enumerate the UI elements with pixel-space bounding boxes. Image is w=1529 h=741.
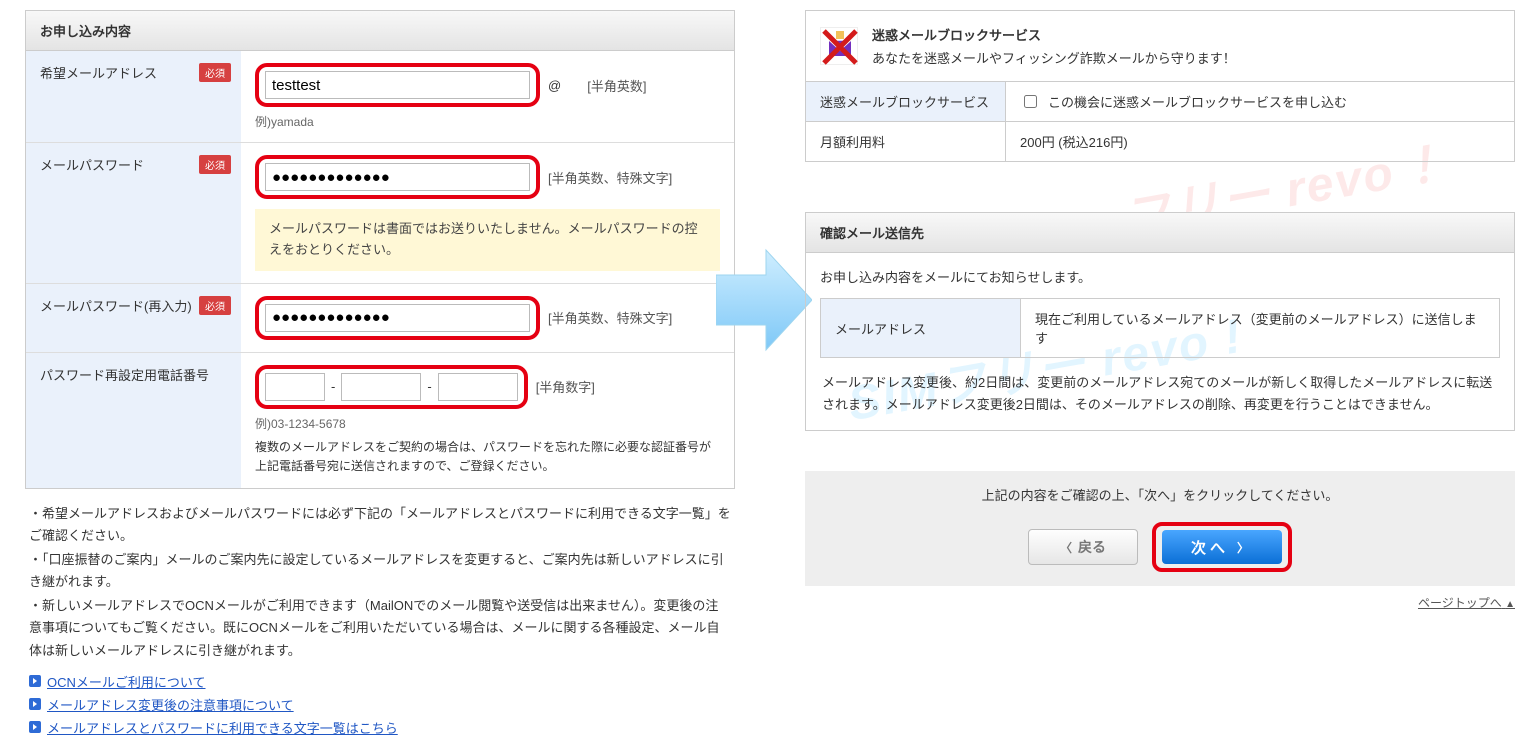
hint-password2: [半角英数、特殊文字]: [548, 308, 672, 327]
confirm-table: メールアドレス 現在ご利用しているメールアドレス（変更前のメールアドレス）に送信…: [820, 298, 1500, 358]
link-row: メールアドレス変更後の注意事項について: [29, 695, 731, 714]
service-desc: あなたを迷惑メールやフィッシング詐欺メールから守ります！: [872, 48, 1236, 67]
phone-part2-input[interactable]: [341, 373, 421, 401]
link-row: OCNメールご利用について: [29, 672, 731, 691]
highlight-email: [255, 63, 540, 107]
label-email: 希望メールアドレス 必須: [26, 51, 241, 143]
button-row: 〈 戻る 次へ 〉: [819, 522, 1501, 572]
chevron-left-icon: 〈: [1060, 539, 1072, 556]
back-button-label: 戻る: [1078, 537, 1106, 557]
at-sign: @: [548, 78, 561, 93]
example-phone: 例)03-1234-5678: [255, 415, 720, 432]
bottom-bar: 上記の内容をご確認の上、「次へ」をクリックしてください。 〈 戻る 次へ 〉: [805, 471, 1515, 586]
confirm-note: メールアドレス変更後、約2日間は、変更前のメールアドレス宛てのメールが新しく取得…: [822, 372, 1498, 416]
phone-note: 複数のメールアドレスをご契約の場合は、パスワードを忘れた際に必要な認証番号が上記…: [255, 438, 720, 476]
confirm-header: 確認メール送信先: [805, 212, 1515, 253]
bottom-message: 上記の内容をご確認の上、「次へ」をクリックしてください。: [819, 485, 1501, 504]
bullet-notes: ・希望メールアドレスおよびメールパスワードには必ず下記の「メールアドレスとパスワ…: [29, 503, 731, 662]
link-icon: [29, 675, 41, 687]
highlight-next: 次へ 〉: [1152, 522, 1292, 572]
chevron-right-icon: 〉: [1237, 539, 1253, 556]
caret-up-icon: ▲: [1505, 599, 1515, 610]
info-links: OCNメールご利用について メールアドレス変更後の注意事項について メールアドレ…: [29, 672, 731, 737]
label-password: メールパスワード 必須: [26, 143, 241, 284]
pagetop-label: ページトップへ: [1418, 596, 1502, 610]
link-icon: [29, 698, 41, 710]
confirm-row-value: 現在ご利用しているメールアドレス（変更前のメールアドレス）に送信します: [1021, 299, 1500, 358]
link-2[interactable]: メールアドレス変更後の注意事項について: [47, 695, 294, 714]
cell-password-confirm: [半角英数、特殊文字]: [241, 283, 734, 352]
service-title: 迷惑メールブロックサービス: [872, 25, 1236, 44]
required-badge: 必須: [199, 296, 231, 315]
spam-block-icon: [820, 27, 858, 65]
spam-block-table: 迷惑メールブロックサービス この機会に迷惑メールブロックサービスを申し込む 月額…: [805, 81, 1515, 162]
password-input[interactable]: [265, 163, 530, 191]
right-panel: 迷惑メールブロックサービス あなたを迷惑メールやフィッシング詐欺メールから守りま…: [805, 10, 1515, 611]
link-1[interactable]: OCNメールご利用について: [47, 672, 206, 691]
next-button[interactable]: 次へ 〉: [1162, 530, 1282, 564]
phone-part3-input[interactable]: [438, 373, 518, 401]
label-email-text: 希望メールアドレス: [40, 66, 157, 81]
opt-checkbox-label: この機会に迷惑メールブロックサービスを申し込む: [1048, 92, 1347, 111]
label-password-confirm: メールパスワード(再入力) 必須: [26, 283, 241, 352]
confirm-section: 確認メール送信先 お申し込み内容をメールにてお知らせします。 メールアドレス 現…: [805, 212, 1515, 431]
application-form-table: 希望メールアドレス 必須 @ [半角英数] 例)yamada: [26, 51, 734, 488]
opt-checkbox-row[interactable]: この機会に迷惑メールブロックサービスを申し込む: [1020, 92, 1500, 111]
email-input[interactable]: [265, 71, 530, 99]
fee-label: 月額利用料: [806, 122, 1006, 162]
note-1: ・希望メールアドレスおよびメールパスワードには必ず下記の「メールアドレスとパスワ…: [29, 503, 731, 547]
service-text: 迷惑メールブロックサービス あなたを迷惑メールやフィッシング詐欺メールから守りま…: [872, 25, 1236, 67]
cell-phone: - - [半角数字] 例)03-1234-5678 複数のメールアドレスをご契約…: [241, 352, 734, 488]
link-3[interactable]: メールアドレスとパスワードに利用できる文字一覧はこちら: [47, 718, 398, 737]
section-header: お申し込み内容: [26, 11, 734, 51]
service-header-row: 迷惑メールブロックサービス あなたを迷惑メールやフィッシング詐欺メールから守りま…: [805, 10, 1515, 81]
example-email: 例)yamada: [255, 113, 720, 130]
phone-sep2: -: [427, 379, 431, 394]
application-section: お申し込み内容 希望メールアドレス 必須 @ [半角英数]: [25, 10, 735, 489]
back-button[interactable]: 〈 戻る: [1028, 529, 1138, 565]
hint-password: [半角英数、特殊文字]: [548, 168, 672, 187]
next-button-label: 次へ: [1191, 537, 1229, 558]
password-confirm-input[interactable]: [265, 304, 530, 332]
link-row: メールアドレスとパスワードに利用できる文字一覧はこちら: [29, 718, 731, 737]
opt-cell: この機会に迷惑メールブロックサービスを申し込む: [1006, 82, 1515, 122]
required-badge: 必須: [199, 155, 231, 174]
spam-block-section: 迷惑メールブロックサービス あなたを迷惑メールやフィッシング詐欺メールから守りま…: [805, 10, 1515, 162]
confirm-body: お申し込み内容をメールにてお知らせします。 メールアドレス 現在ご利用しているメ…: [805, 253, 1515, 431]
left-panel: お申し込み内容 希望メールアドレス 必須 @ [半角英数]: [25, 10, 735, 741]
opt-label: 迷惑メールブロックサービス: [806, 82, 1006, 122]
required-badge: 必須: [199, 63, 231, 82]
pagetop: ページトップへ ▲: [805, 594, 1515, 611]
highlight-password: [255, 155, 540, 199]
phone-part1-input[interactable]: [265, 373, 325, 401]
pagetop-link[interactable]: ページトップへ ▲: [1418, 596, 1515, 610]
opt-checkbox[interactable]: [1024, 95, 1037, 108]
hint-phone: [半角数字]: [536, 377, 595, 396]
cell-email: @ [半角英数] 例)yamada: [241, 51, 734, 143]
hint-email: [半角英数]: [587, 76, 646, 95]
confirm-lead: お申し込み内容をメールにてお知らせします。: [820, 267, 1500, 286]
highlight-password2: [255, 296, 540, 340]
label-password-confirm-text: メールパスワード(再入力): [40, 299, 192, 314]
highlight-phone: - -: [255, 365, 528, 409]
confirm-row-label: メールアドレス: [821, 299, 1021, 358]
cell-password: [半角英数、特殊文字] メールパスワードは書面ではお送りいたしません。メールパス…: [241, 143, 734, 284]
label-phone: パスワード再設定用電話番号: [26, 352, 241, 488]
phone-sep1: -: [331, 379, 335, 394]
label-phone-text: パスワード再設定用電話番号: [40, 368, 209, 383]
password-note: メールパスワードは書面ではお送りいたしません。メールパスワードの控えをおとりくだ…: [255, 209, 720, 271]
link-icon: [29, 721, 41, 733]
arrow-icon: [716, 245, 812, 355]
fee-value: 200円 (税込216円): [1006, 122, 1515, 162]
note-2: ・「口座振替のご案内」メールのご案内先に設定しているメールアドレスを変更すると、…: [29, 549, 731, 593]
note-3: ・新しいメールアドレスでOCNメールがご利用できます（MailONでのメール閲覧…: [29, 595, 731, 661]
label-password-text: メールパスワード: [40, 158, 144, 173]
